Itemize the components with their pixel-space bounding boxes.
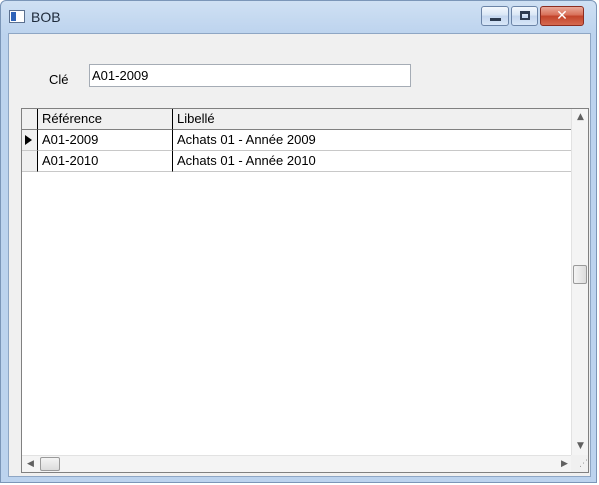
app-window-icon[interactable] <box>9 10 25 23</box>
column-header-reference[interactable]: Référence <box>38 109 173 130</box>
cell-reference[interactable]: A01-2010 <box>38 151 173 172</box>
key-label: Clé <box>49 72 69 87</box>
vertical-scrollbar[interactable]: ▲ ▼ <box>571 109 588 455</box>
horizontal-scrollbar[interactable]: ◀ ▶ <box>22 455 573 472</box>
grid-header: Référence Libellé <box>22 109 573 130</box>
table-row[interactable]: A01-2010 Achats 01 - Année 2010 <box>22 151 573 172</box>
close-icon: ✕ <box>556 8 568 24</box>
horizontal-scroll-thumb[interactable] <box>40 457 60 471</box>
cell-libelle[interactable]: Achats 01 - Année 2010 <box>173 151 573 172</box>
close-button[interactable]: ✕ <box>540 6 584 26</box>
table-row[interactable]: A01-2009 Achats 01 - Année 2009 <box>22 130 573 151</box>
minimize-icon <box>490 18 501 21</box>
window-title: BOB <box>31 9 61 25</box>
app-window: BOB ✕ Clé Référence Libellé A01-2009 <box>0 0 597 483</box>
client-area: Clé Référence Libellé A01-2009 Achats 01… <box>8 33 591 477</box>
maximize-button[interactable] <box>511 6 538 26</box>
cell-reference[interactable]: A01-2009 <box>38 130 173 151</box>
data-grid[interactable]: Référence Libellé A01-2009 Achats 01 - A… <box>21 108 589 473</box>
key-input[interactable] <box>89 64 411 87</box>
current-row-arrow-icon <box>25 135 32 145</box>
title-bar[interactable]: BOB ✕ <box>1 1 596 33</box>
row-indicator-cell[interactable] <box>22 151 38 172</box>
scroll-down-icon[interactable]: ▼ <box>572 438 589 455</box>
row-indicator-cell[interactable] <box>22 130 38 151</box>
scroll-up-icon[interactable]: ▲ <box>572 109 589 126</box>
size-grip-icon[interactable]: ⋰ <box>571 455 588 472</box>
minimize-button[interactable] <box>481 6 509 26</box>
column-header-libelle[interactable]: Libellé <box>173 109 573 130</box>
vertical-scroll-thumb[interactable] <box>573 265 587 284</box>
maximize-icon <box>520 11 530 20</box>
scroll-left-icon[interactable]: ◀ <box>22 456 39 473</box>
cell-libelle[interactable]: Achats 01 - Année 2009 <box>173 130 573 151</box>
header-indicator-cell <box>22 109 38 130</box>
